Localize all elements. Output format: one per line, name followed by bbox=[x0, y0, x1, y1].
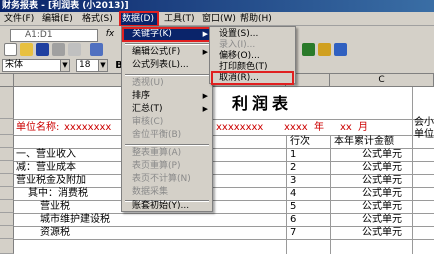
column-header-c[interactable]: C bbox=[330, 74, 434, 87]
right-note-2: 单位 bbox=[414, 129, 434, 140]
row-value: 公式单元 bbox=[362, 149, 402, 160]
row-value: 公式单元 bbox=[362, 162, 402, 173]
menu-edit[interactable]: 编辑(E) bbox=[42, 12, 73, 26]
row-seq: 4 bbox=[290, 188, 297, 199]
row-label: 其中：消费税 bbox=[28, 188, 88, 199]
grid-line bbox=[412, 87, 413, 254]
submenu-arrow-icon: ▶ bbox=[202, 48, 208, 56]
menu-data[interactable]: 数据(D) bbox=[119, 11, 159, 27]
row-seq: 6 bbox=[290, 214, 297, 225]
data-menu-dropdown: 关键字(K) ▶ 编辑公式(F) ▶ 公式列表(L)... 透视(U) 排序 ▶… bbox=[121, 26, 213, 212]
row-label: 营业税 bbox=[40, 201, 70, 212]
cell-reference-box[interactable]: A1:D1 bbox=[10, 29, 98, 42]
menu-format[interactable]: 格式(S) bbox=[82, 12, 113, 26]
column-amount-header: 本年累计金额 bbox=[334, 136, 394, 147]
menu-file[interactable]: 文件(F) bbox=[4, 12, 34, 26]
menu-item-formula-list[interactable]: 公式列表(L)... bbox=[123, 59, 211, 72]
save-icon[interactable] bbox=[36, 43, 49, 56]
row-header[interactable] bbox=[0, 119, 14, 135]
row-label: 减：营业成本 bbox=[16, 162, 76, 173]
row-header[interactable] bbox=[0, 174, 14, 187]
row-value: 公式单元 bbox=[362, 188, 402, 199]
menu-separator bbox=[125, 74, 209, 76]
open-folder-icon[interactable] bbox=[20, 43, 33, 56]
menu-item-audit[interactable]: 审核(C) bbox=[123, 116, 211, 129]
menu-tools[interactable]: 工具(T) bbox=[164, 12, 195, 26]
menu-item-sort[interactable]: 排序 ▶ bbox=[123, 90, 211, 103]
row-label: 城市维护建设税 bbox=[40, 214, 110, 225]
row-header[interactable] bbox=[0, 135, 14, 148]
chevron-down-icon[interactable]: ▼ bbox=[98, 60, 107, 71]
row-value: 公式单元 bbox=[362, 175, 402, 186]
submenu-item-cancel[interactable]: 取消(R)... bbox=[211, 71, 294, 85]
menu-item-rounding-balance[interactable]: 舍位平衡(B) bbox=[123, 129, 211, 142]
row-header[interactable] bbox=[0, 187, 14, 200]
row-header[interactable] bbox=[0, 226, 14, 239]
menu-item-recalc-page[interactable]: 表页重算(P) bbox=[123, 160, 211, 173]
column-seq-header: 行次 bbox=[290, 136, 310, 147]
grid-line bbox=[14, 239, 434, 240]
row-seq: 7 bbox=[290, 227, 297, 238]
row-header[interactable] bbox=[0, 239, 14, 254]
row-seq: 5 bbox=[290, 201, 297, 212]
menu-item-recalc-sheet[interactable]: 整表重算(A) bbox=[123, 147, 211, 160]
submenu-arrow-icon: ▶ bbox=[202, 105, 208, 113]
menu-separator bbox=[125, 43, 209, 45]
corner-header[interactable] bbox=[0, 74, 14, 87]
font-size-select[interactable]: 18 ▼ bbox=[76, 59, 108, 72]
row-value: 公式单元 bbox=[362, 201, 402, 212]
sheet-title: 利润表 bbox=[232, 94, 293, 113]
menu-help[interactable]: 帮助(H) bbox=[240, 12, 272, 26]
fx-icon[interactable]: fx bbox=[102, 28, 118, 41]
company-label: 单位名称: bbox=[16, 122, 60, 133]
company-keyword: xxxxxxxx bbox=[64, 122, 112, 133]
row-value: 公式单元 bbox=[362, 227, 402, 238]
menu-item-edit-formula[interactable]: 编辑公式(F) ▶ bbox=[123, 46, 211, 59]
chevron-down-icon[interactable]: ▼ bbox=[60, 60, 69, 71]
row-header[interactable] bbox=[0, 148, 14, 161]
menu-item-keyword[interactable]: 关键字(K) ▶ bbox=[122, 27, 212, 42]
grid-line bbox=[286, 135, 287, 254]
submenu-arrow-icon: ▶ bbox=[202, 30, 208, 38]
month-keyword: xx bbox=[340, 122, 352, 133]
year-keyword: xxxx bbox=[284, 122, 308, 133]
menu-separator bbox=[125, 144, 209, 146]
grid-icon[interactable] bbox=[318, 43, 331, 56]
row-label: 一、营业收入 bbox=[16, 149, 76, 160]
menu-item-summary[interactable]: 汇总(T) ▶ bbox=[123, 103, 211, 116]
row-header[interactable] bbox=[0, 213, 14, 226]
chart-icon[interactable] bbox=[334, 43, 347, 56]
row-seq: 3 bbox=[290, 175, 297, 186]
keyword-placeholder: xxxxxxxx bbox=[216, 122, 264, 133]
keyword-submenu: 设置(S)... 录入(I)... 偏移(O)... 打印颜色(T) 取消(R)… bbox=[209, 26, 296, 85]
row-label: 资源税 bbox=[40, 227, 70, 238]
menu-item-no-calc-page[interactable]: 表页不计算(N) bbox=[123, 173, 211, 186]
spreadsheet-grid[interactable]: C 利润表 会小 单位 单位名称: xxxxxxxx xxxxxxxx xxxx… bbox=[0, 74, 434, 254]
menu-bar: 文件(F) 编辑(E) 格式(S) 数据(D) 工具(T) 窗口(W) 帮助(H… bbox=[0, 11, 434, 27]
grid-line bbox=[330, 135, 331, 254]
cut-icon[interactable] bbox=[90, 43, 103, 56]
sum-icon[interactable] bbox=[302, 43, 315, 56]
submenu-arrow-icon: ▶ bbox=[202, 92, 208, 100]
row-value: 公式单元 bbox=[362, 214, 402, 225]
row-header[interactable] bbox=[0, 87, 14, 119]
row-seq: 2 bbox=[290, 162, 297, 173]
row-header[interactable] bbox=[0, 200, 14, 213]
menu-item-pivot[interactable]: 透视(U) bbox=[123, 77, 211, 90]
print-icon[interactable] bbox=[52, 43, 65, 56]
year-suffix: 年 bbox=[314, 122, 324, 133]
new-file-icon[interactable] bbox=[4, 43, 17, 56]
window-title: 财务报表 - [利润表 (小2013)] bbox=[0, 0, 434, 12]
print-preview-icon[interactable] bbox=[68, 43, 81, 56]
font-select[interactable]: 宋体 ▼ bbox=[2, 59, 70, 72]
month-suffix: 月 bbox=[358, 122, 368, 133]
row-header[interactable] bbox=[0, 161, 14, 174]
menu-item-account-init[interactable]: 账套初始(Y)... bbox=[123, 201, 211, 212]
menu-window[interactable]: 窗口(W) bbox=[202, 12, 236, 26]
row-seq: 1 bbox=[290, 149, 297, 160]
grid-line bbox=[14, 119, 434, 120]
row-label: 营业税金及附加 bbox=[16, 175, 86, 186]
menu-item-data-collect[interactable]: 数据采集 bbox=[123, 186, 211, 199]
